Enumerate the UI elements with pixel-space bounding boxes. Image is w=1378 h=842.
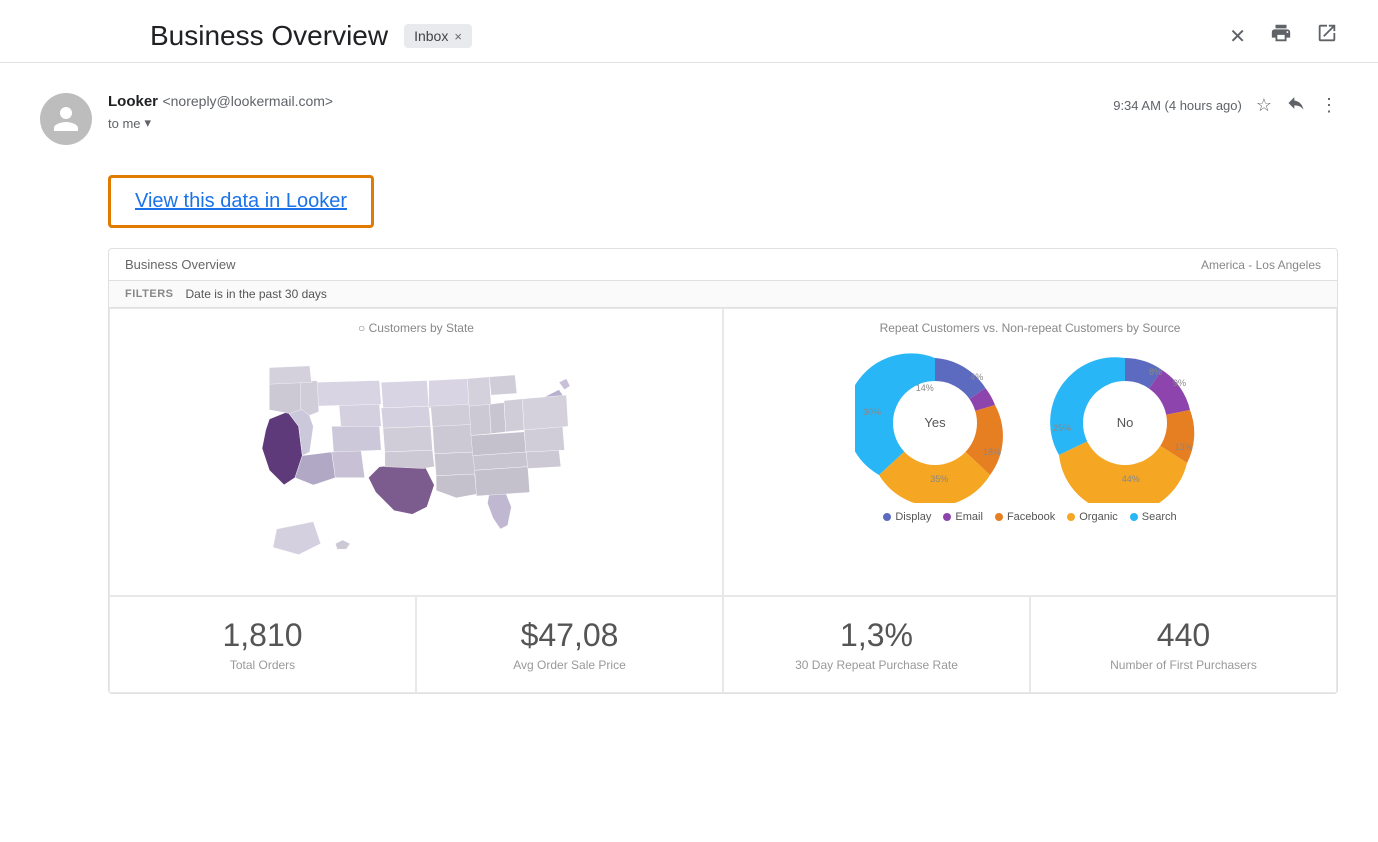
sender-info: Looker <noreply@lookermail.com> to me ▾ [108, 93, 333, 131]
donut-charts-row: Yes 4% 18% 35% 30% 14% [736, 343, 1324, 503]
stat-avg-order-price-value: $47,08 [433, 617, 706, 654]
sender-left: Looker <noreply@lookermail.com> to me ▾ [40, 93, 333, 145]
view-in-looker-link[interactable]: View this data in Looker [108, 175, 374, 228]
email-timestamp: 9:34 AM (4 hours ago) [1113, 98, 1242, 113]
dash-filters: FILTERS Date is in the past 30 days [109, 281, 1337, 308]
stat-first-purchasers: 440 Number of First Purchasers [1030, 596, 1337, 693]
legend-organic: Organic [1067, 511, 1118, 523]
legend-search-label: Search [1142, 511, 1177, 523]
avatar [40, 93, 92, 145]
dashboard-embed: Business Overview America - Los Angeles … [108, 248, 1338, 694]
map-cell: ○ Customers by State [109, 308, 723, 596]
page-title: Business Overview [150, 20, 388, 52]
header-left: Business Overview Inbox × [150, 20, 472, 52]
to-me-dropdown[interactable]: to me ▾ [108, 115, 333, 131]
header-actions: ✕ [1229, 22, 1338, 50]
dropdown-arrow-icon: ▾ [145, 115, 152, 131]
email-container: Looker <noreply@lookermail.com> to me ▾ … [0, 63, 1378, 714]
dash-main-grid: ○ Customers by State [109, 308, 1337, 596]
map-title: ○ Customers by State [122, 321, 710, 335]
inbox-badge-label: Inbox [414, 28, 448, 44]
legend-email: Email [943, 511, 983, 523]
donut-cell: Repeat Customers vs. Non-repeat Customer… [723, 308, 1337, 596]
svg-text:No: No [1117, 415, 1134, 430]
legend-email-label: Email [955, 511, 983, 523]
inbox-badge-close[interactable]: × [454, 29, 462, 44]
legend-display-label: Display [895, 511, 931, 523]
donut-title: Repeat Customers vs. Non-repeat Customer… [736, 321, 1324, 335]
us-map [122, 343, 710, 583]
legend-facebook: Facebook [995, 511, 1055, 523]
sender-name: Looker [108, 93, 158, 110]
donut-no: No 8% 9% 13% 44% 25% [1045, 343, 1205, 503]
stat-first-purchasers-value: 440 [1047, 617, 1320, 654]
stat-total-orders-label: Total Orders [126, 658, 399, 672]
stat-avg-order-price-label: Avg Order Sale Price [433, 658, 706, 672]
dash-title: Business Overview [125, 257, 236, 272]
stats-row: 1,810 Total Orders $47,08 Avg Order Sale… [109, 596, 1337, 693]
sender-right: 9:34 AM (4 hours ago) ☆ ⋮ [1113, 93, 1338, 118]
legend-display: Display [883, 511, 931, 523]
svg-text:Yes: Yes [924, 415, 946, 430]
legend-search: Search [1130, 511, 1177, 523]
print-icon[interactable] [1270, 22, 1292, 50]
donut-yes: Yes 4% 18% 35% 30% 14% [855, 343, 1015, 503]
us-map-svg [166, 353, 666, 573]
stat-repeat-purchase-rate: 1,3% 30 Day Repeat Purchase Rate [723, 596, 1030, 693]
stat-first-purchasers-label: Number of First Purchasers [1047, 658, 1320, 672]
email-header: Business Overview Inbox × ✕ [0, 0, 1378, 63]
open-external-icon[interactable] [1316, 22, 1338, 50]
dash-location: America - Los Angeles [1201, 258, 1321, 272]
legend-organic-label: Organic [1079, 511, 1118, 523]
stat-avg-order-price: $47,08 Avg Order Sale Price [416, 596, 723, 693]
inbox-badge[interactable]: Inbox × [404, 24, 472, 48]
view-link-section: View this data in Looker [40, 155, 1338, 238]
sender-name-row: Looker <noreply@lookermail.com> [108, 93, 333, 111]
filters-label: FILTERS [125, 288, 174, 300]
collapse-icon[interactable]: ✕ [1229, 24, 1246, 49]
stat-total-orders: 1,810 Total Orders [109, 596, 416, 693]
stat-repeat-rate-value: 1,3% [740, 617, 1013, 654]
legend-facebook-label: Facebook [1007, 511, 1055, 523]
star-icon[interactable]: ☆ [1256, 95, 1272, 116]
sender-email: <noreply@lookermail.com> [162, 93, 333, 109]
reply-icon[interactable] [1286, 93, 1306, 118]
stat-total-orders-value: 1,810 [126, 617, 399, 654]
more-vert-icon[interactable]: ⋮ [1320, 95, 1338, 116]
filter-value: Date is in the past 30 days [186, 287, 327, 301]
donut-legend: Display Email Facebook Organic [736, 511, 1324, 523]
sender-row: Looker <noreply@lookermail.com> to me ▾ … [40, 83, 1338, 155]
dash-header: Business Overview America - Los Angeles [109, 249, 1337, 281]
stat-repeat-rate-label: 30 Day Repeat Purchase Rate [740, 658, 1013, 672]
to-me-label: to me [108, 116, 141, 131]
